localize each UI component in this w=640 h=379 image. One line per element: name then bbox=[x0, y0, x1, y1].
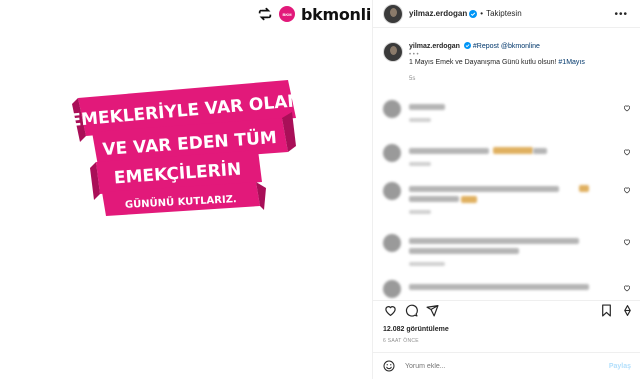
header-username[interactable]: yilmaz.erdogan bbox=[409, 9, 467, 18]
comment-emoji-blurred bbox=[579, 185, 589, 192]
caption-text: 1 Mayıs Emek ve Dayanışma Günü kutlu ols… bbox=[409, 59, 559, 66]
comment-item bbox=[383, 144, 633, 178]
post-header: yilmaz.erdogan • Takiptesin ••• bbox=[373, 0, 640, 28]
avatar[interactable] bbox=[383, 144, 401, 162]
following-button[interactable]: Takiptesin bbox=[486, 9, 522, 18]
caption-time: 5s bbox=[409, 76, 416, 82]
comment-text-blurred bbox=[409, 238, 579, 244]
comment-text-blurred bbox=[533, 148, 547, 154]
like-comment-heart-icon[interactable] bbox=[623, 148, 631, 156]
avatar[interactable] bbox=[383, 182, 401, 200]
comment-meta-blurred bbox=[409, 118, 431, 122]
action-bar bbox=[373, 300, 640, 318]
comment-text-blurred bbox=[409, 186, 559, 192]
celebration-banner: EMEKLERİYLE VAR OLAN VE VAR EDEN TÜM EME… bbox=[70, 80, 300, 216]
gift-ribbon-icon[interactable] bbox=[621, 304, 634, 317]
caption-username[interactable]: yilmaz.erdogan bbox=[409, 43, 460, 50]
add-comment-bar: Paylaş bbox=[373, 352, 640, 379]
post-comment-button[interactable]: Paylaş bbox=[609, 363, 631, 370]
comment-item bbox=[383, 100, 633, 134]
comment-item bbox=[383, 234, 633, 268]
comment-input[interactable] bbox=[405, 362, 585, 370]
hashtag-link[interactable]: #1Mayıs bbox=[558, 59, 584, 66]
comment-emoji-blurred bbox=[493, 147, 533, 154]
like-comment-heart-icon[interactable] bbox=[623, 238, 631, 246]
comment-bubble-icon[interactable] bbox=[405, 304, 418, 317]
comment-meta-blurred bbox=[409, 162, 431, 166]
verified-badge-icon bbox=[463, 42, 471, 49]
emoji-picker-icon[interactable] bbox=[383, 360, 395, 372]
post-side-panel: yilmaz.erdogan • Takiptesin ••• yilmaz.e… bbox=[372, 0, 640, 379]
header-separator: • bbox=[480, 9, 484, 18]
avatar[interactable] bbox=[383, 100, 401, 118]
comment-text-blurred bbox=[409, 104, 445, 110]
brand-logo: BKM bbox=[279, 6, 295, 22]
comment-meta-blurred bbox=[409, 210, 431, 214]
view-count[interactable]: 12.082 görüntüleme bbox=[383, 326, 449, 333]
comment-text-blurred bbox=[409, 196, 459, 202]
comment-item bbox=[383, 182, 633, 216]
comment-emoji-blurred bbox=[461, 196, 477, 203]
comment-meta-blurred bbox=[409, 262, 445, 266]
comment-text-blurred bbox=[409, 148, 489, 154]
caption-avatar[interactable] bbox=[383, 42, 403, 62]
like-comment-heart-icon[interactable] bbox=[623, 104, 631, 112]
avatar[interactable] bbox=[383, 280, 401, 298]
like-comment-heart-icon[interactable] bbox=[623, 284, 631, 292]
post-caption: yilmaz.erdogan #Repost @bkmonline • • • … bbox=[383, 42, 633, 84]
save-bookmark-icon[interactable] bbox=[600, 304, 613, 317]
verified-badge-icon bbox=[469, 9, 478, 18]
like-heart-icon[interactable] bbox=[384, 304, 397, 317]
repost-icon bbox=[258, 7, 272, 21]
like-comment-heart-icon[interactable] bbox=[623, 186, 631, 194]
share-send-icon[interactable] bbox=[426, 304, 439, 317]
repost-link[interactable]: #Repost @bkmonline bbox=[473, 43, 540, 50]
comment-text-blurred bbox=[409, 284, 589, 290]
comment-item bbox=[383, 280, 633, 298]
more-options-icon[interactable]: ••• bbox=[614, 9, 628, 20]
comment-text-blurred bbox=[409, 248, 519, 254]
avatar[interactable] bbox=[383, 234, 401, 252]
avatar[interactable] bbox=[383, 3, 403, 24]
post-media[interactable]: BKM bkmonline EMEKLERİYLE VAR OLAN VE VA… bbox=[0, 0, 393, 379]
post-timestamp: 6 SAAT ÖNCE bbox=[383, 338, 419, 344]
